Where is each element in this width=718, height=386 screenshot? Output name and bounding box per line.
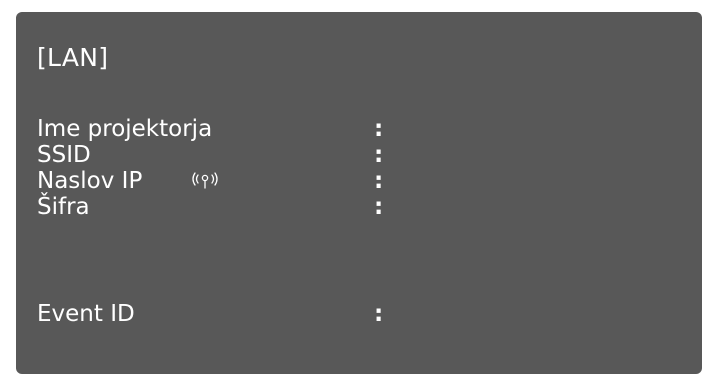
row-projector-name: Ime projektorja : bbox=[37, 116, 457, 142]
projector-name-separator: : bbox=[374, 116, 384, 142]
wireless-signal-icon bbox=[192, 172, 218, 189]
ip-address-label: Naslov IP bbox=[37, 168, 143, 194]
projector-name-label: Ime projektorja bbox=[37, 116, 213, 142]
event-id-label: Event ID bbox=[37, 301, 135, 327]
row-passphrase: Šifra : bbox=[37, 194, 457, 220]
passphrase-separator: : bbox=[374, 194, 384, 220]
screen-title: [LAN] bbox=[37, 43, 109, 72]
passphrase-label: Šifra bbox=[37, 194, 90, 220]
row-ssid: SSID : bbox=[37, 142, 457, 168]
ssid-label: SSID bbox=[37, 142, 91, 168]
lan-info-screen: [LAN] Ime projektorja : SSID : Naslov IP… bbox=[16, 12, 702, 374]
ip-address-separator: : bbox=[374, 168, 384, 194]
event-id-separator: : bbox=[374, 301, 384, 327]
ssid-separator: : bbox=[374, 142, 384, 168]
row-event-id: Event ID : bbox=[37, 301, 457, 327]
row-ip-address: Naslov IP : bbox=[37, 168, 457, 194]
